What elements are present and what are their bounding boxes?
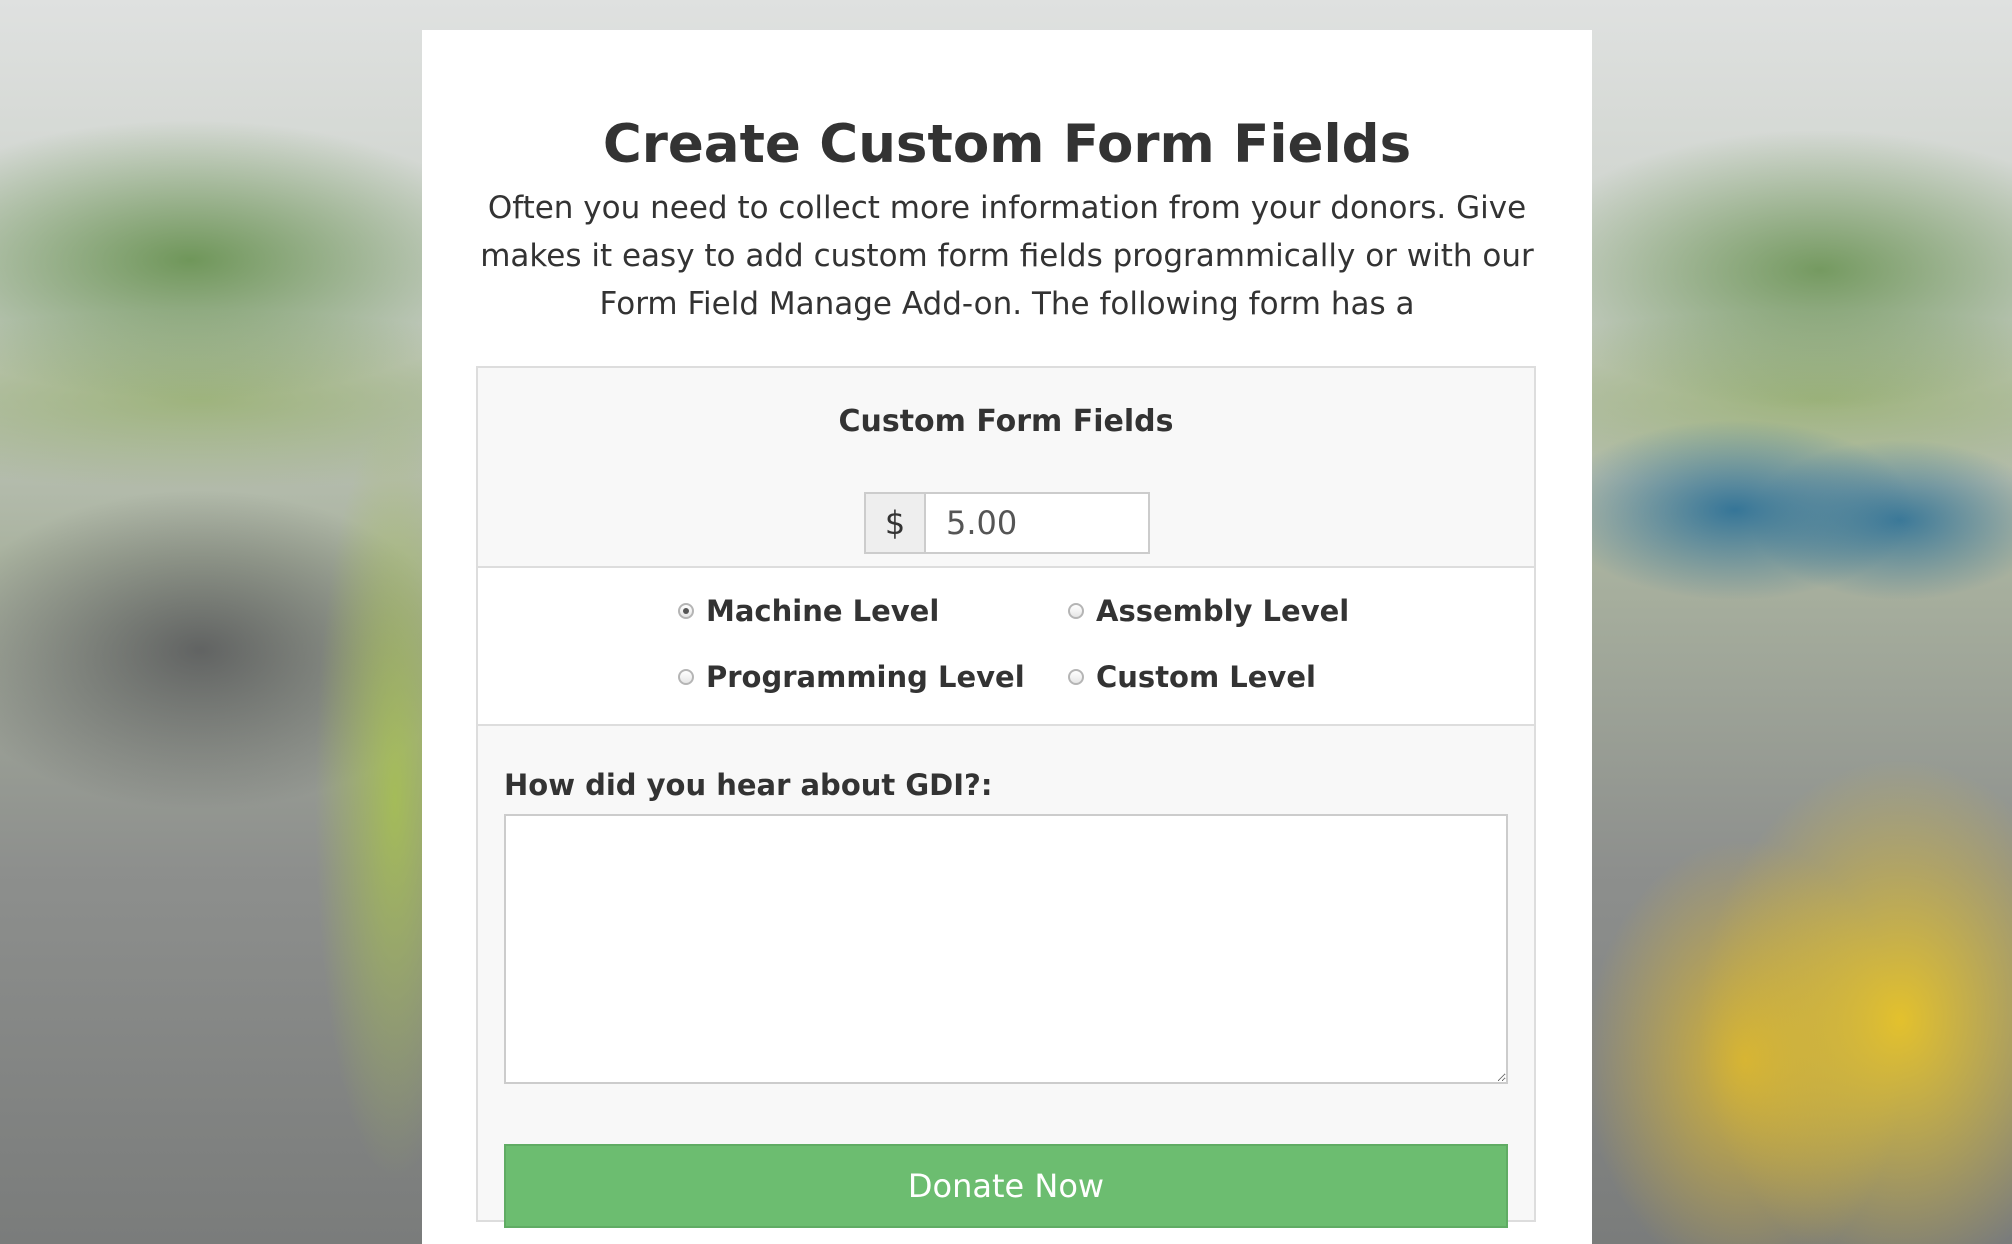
level-label: Custom Level [1096, 660, 1316, 694]
level-label: Machine Level [706, 594, 940, 628]
radio-icon[interactable] [678, 669, 694, 685]
amount-field-group: $ [864, 492, 1150, 554]
donation-form: Custom Form Fields $ Machine Level Assem… [476, 366, 1536, 1228]
radio-icon[interactable] [1068, 603, 1084, 619]
donate-now-button[interactable]: Donate Now [504, 1144, 1508, 1228]
level-label: Programming Level [706, 660, 1025, 694]
page-title: Create Custom Form Fields [602, 114, 1412, 175]
form-title: Custom Form Fields [838, 404, 1174, 439]
radio-icon[interactable] [1068, 669, 1084, 685]
content-card: Create Custom Form Fields Often you need… [422, 30, 1592, 1244]
level-option-assembly[interactable]: Assembly Level [1068, 594, 1349, 628]
level-option-machine[interactable]: Machine Level [678, 594, 939, 628]
level-option-programming[interactable]: Programming Level [678, 660, 1025, 694]
hear-about-label: How did you hear about GDI?: [504, 768, 993, 802]
hear-about-textarea[interactable] [504, 814, 1508, 1084]
radio-selected-icon[interactable] [678, 603, 694, 619]
level-option-custom[interactable]: Custom Level [1068, 660, 1316, 694]
currency-symbol: $ [864, 492, 926, 554]
level-label: Assembly Level [1096, 594, 1350, 628]
donation-levels: Machine Level Assembly Level Programming… [478, 566, 1534, 726]
amount-input[interactable] [926, 492, 1150, 554]
intro-paragraph: Often you need to collect more informati… [480, 190, 1534, 322]
